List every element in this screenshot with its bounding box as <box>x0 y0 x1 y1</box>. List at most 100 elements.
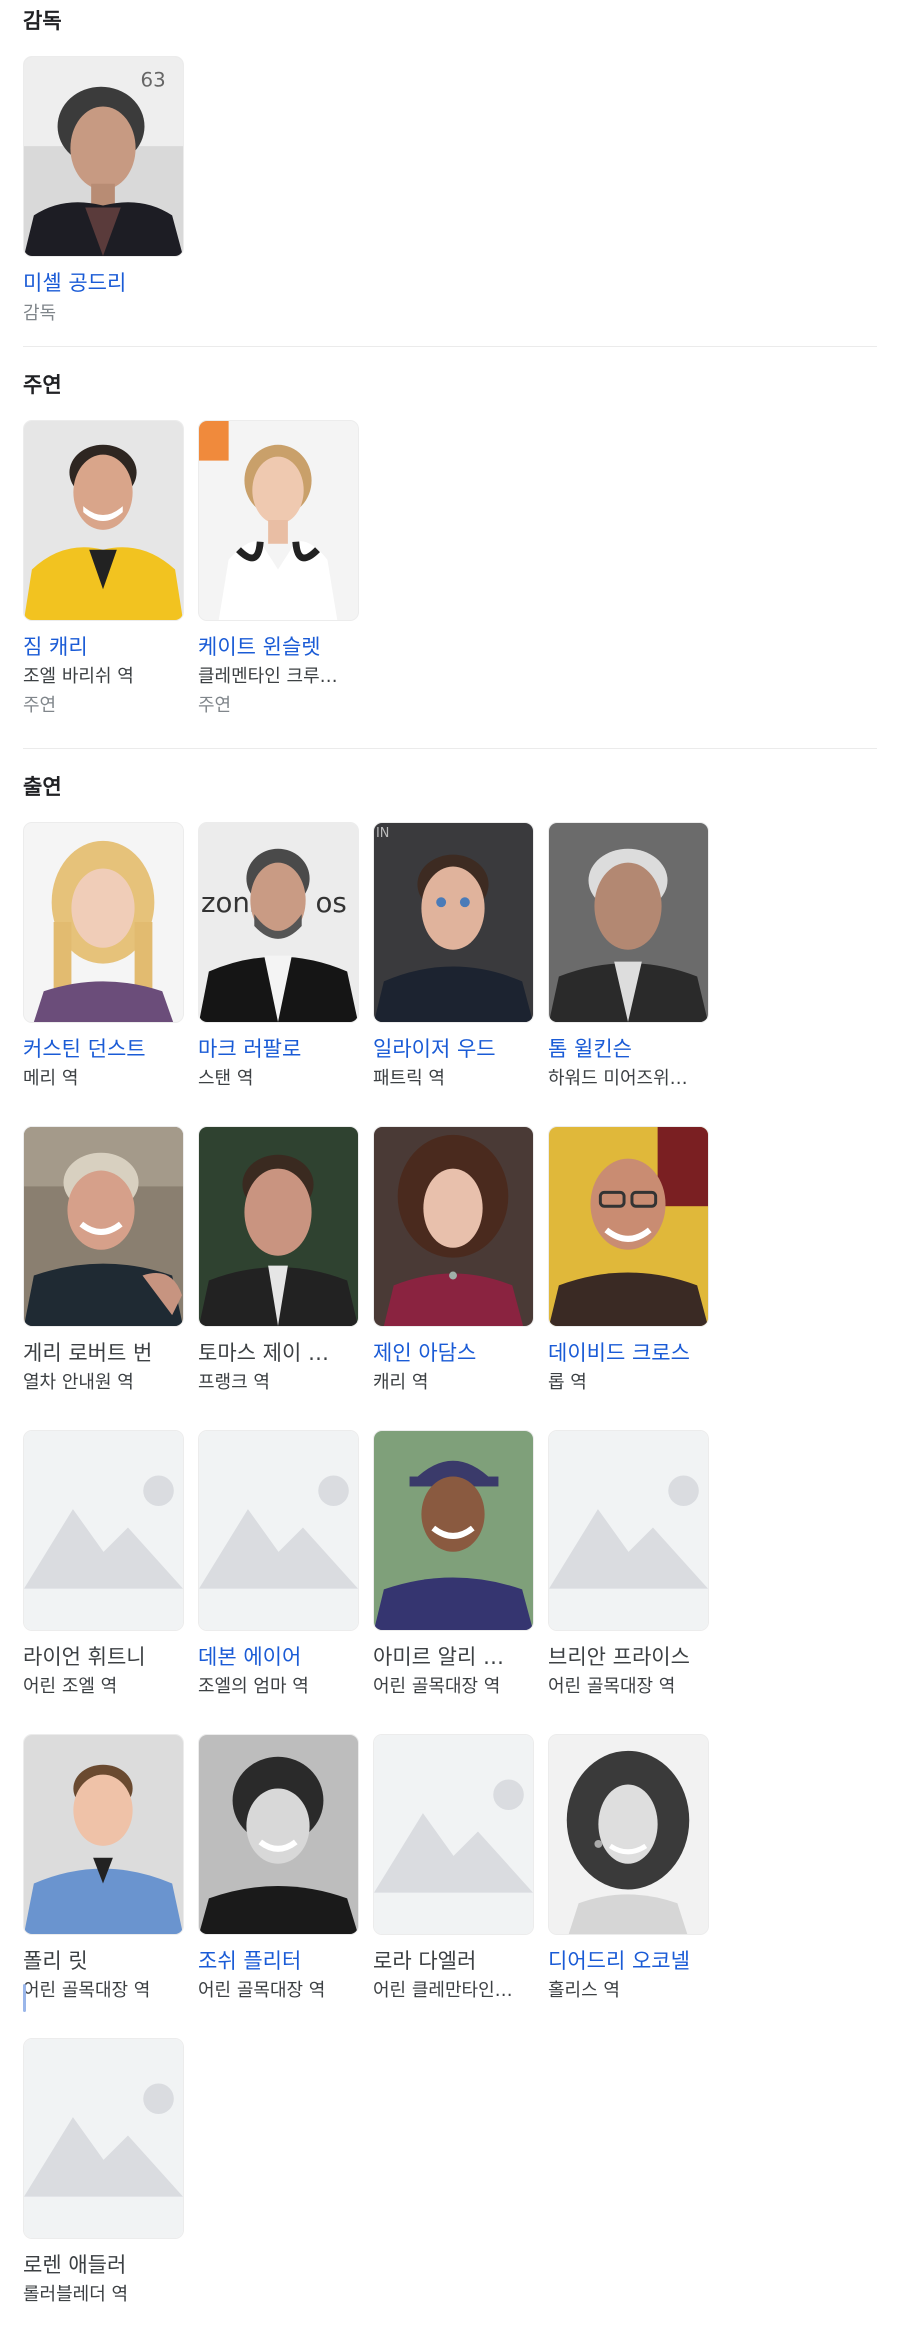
person-photo[interactable] <box>548 822 709 1023</box>
person-card[interactable]: zons os 마크 러팔로스탠 역 <box>198 822 359 1126</box>
person-card[interactable]: 게리 로버트 번열차 안내원 역 <box>23 1126 184 1430</box>
person-role: 프랭크 역 <box>198 1372 270 1393</box>
person-photo[interactable] <box>23 2038 184 2239</box>
person-card[interactable]: 제인 아담스 캐리 역 <box>373 1126 534 1430</box>
blonde-woman-white-photo <box>199 421 358 620</box>
person-photo[interactable] <box>198 420 359 621</box>
person-name[interactable]: 마크 러팔로 <box>198 1035 359 1063</box>
image-placeholder-icon <box>24 1475 183 1589</box>
person-name[interactable]: 게리 로버트 번 <box>23 1339 184 1367</box>
person-name[interactable]: 조쉬 플리터 <box>198 1947 359 1975</box>
person-photo[interactable] <box>548 1430 709 1631</box>
person-card[interactable]: 폴리 릿 어린 골목대장 역 <box>23 1734 184 2038</box>
person-name[interactable]: 라이언 휘트니 <box>23 1643 184 1671</box>
person-role: 어린 골목대장 역 <box>373 1676 501 1697</box>
director-section-title: 감독 <box>23 9 62 33</box>
person-role: 홀리스 역 <box>548 1980 620 2001</box>
person-photo[interactable] <box>373 1734 534 1935</box>
person-name[interactable]: 디어드리 오코넬 <box>548 1947 709 1975</box>
image-placeholder <box>24 1431 183 1630</box>
person-name[interactable]: 케이트 윈슬렛 <box>198 633 359 661</box>
person-role: 클레멘타인 크루… <box>198 666 338 687</box>
person-card[interactable]: 로렌 애들러 롤러블레더 역 <box>23 2038 184 2342</box>
person-name[interactable]: 일라이저 우드 <box>373 1035 534 1063</box>
person-photo[interactable]: IN <box>373 822 534 1023</box>
person-card[interactable]: IN 일라이저 우드 패트릭 역 <box>373 822 534 1126</box>
person-photo[interactable] <box>548 1126 709 1327</box>
person-photo[interactable] <box>373 1430 534 1631</box>
person-photo[interactable] <box>548 1734 709 1935</box>
person-card[interactable]: 라이언 휘트니어린 조엘 역 <box>23 1430 184 1734</box>
person-role: 하워드 미어즈위… <box>548 1068 688 1089</box>
person-photo[interactable] <box>373 1126 534 1327</box>
person-photo[interactable] <box>198 1126 359 1327</box>
person-kind: 감독 <box>23 303 57 324</box>
person-card[interactable]: 케이트 윈슬렛 클레멘타인 크루… 주연 <box>198 420 359 724</box>
person-role: 스탠 역 <box>198 1068 254 1089</box>
svg-text:63: 63 <box>141 69 166 92</box>
person-photo[interactable]: zons os <box>198 822 359 1023</box>
person-name[interactable]: 브리안 프라이스 <box>548 1643 709 1671</box>
person-role: 열차 안내원 역 <box>23 1372 134 1393</box>
person-name[interactable]: 아미르 알리 … <box>373 1643 534 1671</box>
person-name[interactable]: 톰 윌킨슨 <box>548 1035 709 1063</box>
person-role: 메리 역 <box>23 1068 79 1089</box>
person-name[interactable]: 짐 캐리 <box>23 633 184 661</box>
person-name[interactable]: 미셸 공드리 <box>23 269 184 297</box>
boy-blue-shirt-photo <box>24 1735 183 1934</box>
curly-woman-photo <box>374 1127 533 1326</box>
person-photo[interactable] <box>23 1734 184 1935</box>
person-photo[interactable] <box>23 1126 184 1327</box>
person-card[interactable]: 로라 다엘러 어린 클레만타인… <box>373 1734 534 2038</box>
lead-section: 주연 짐 캐리 조엘 바리쉬 역 주연 케이트 윈슬렛 클레멘타인 크루… 주연 <box>23 346 877 748</box>
person-name[interactable]: 토마스 제이 … <box>198 1339 359 1367</box>
person-role: 어린 골목대장 역 <box>198 1980 326 2001</box>
person-card[interactable]: 데본 에이어조엘의 엄마 역 <box>198 1430 359 1734</box>
person-role: 조엘의 엄마 역 <box>198 1676 309 1697</box>
young-man-dark-photo: IN <box>374 823 533 1022</box>
person-name[interactable]: 제인 아담스 <box>373 1339 534 1367</box>
smiling-man-outdoor-photo <box>24 1127 183 1326</box>
lead-grid: 짐 캐리 조엘 바리쉬 역 주연 케이트 윈슬렛 클레멘타인 크루… 주연 <box>23 420 877 724</box>
person-name[interactable]: 커스틴 던스트 <box>23 1035 184 1063</box>
person-photo[interactable] <box>23 822 184 1023</box>
lead-section-title: 주연 <box>23 373 62 397</box>
person-photo[interactable] <box>198 1430 359 1631</box>
person-card[interactable]: 짐 캐리 조엘 바리쉬 역 주연 <box>23 420 184 724</box>
cast-and-crew-page: 감독 63 미셸 공드리 감독 주연 짐 캐리 조엘 바리쉬 역 주연 케이트 … <box>0 0 900 2342</box>
blonde-woman-photo <box>24 823 183 1022</box>
person-name[interactable]: 로라 다엘러 <box>373 1947 534 1975</box>
person-role: 조엘 바리쉬 역 <box>23 666 134 687</box>
svg-text:os: os <box>316 886 347 919</box>
person-card[interactable]: 브리안 프라이스어린 골목대장 역 <box>548 1430 709 1734</box>
image-placeholder-icon <box>24 2083 183 2197</box>
person-card[interactable]: 아미르 알리 … 어린 골목대장 역 <box>373 1430 534 1734</box>
image-placeholder <box>549 1431 708 1630</box>
yellow-jacket-man-photo <box>24 421 183 620</box>
person-role: 어린 골목대장 역 <box>548 1676 676 1697</box>
person-card[interactable]: 톰 윌킨슨하워드 미어즈위… <box>548 822 709 1126</box>
person-photo[interactable] <box>23 420 184 621</box>
person-name[interactable]: 데이비드 크로스 <box>548 1339 709 1367</box>
person-name[interactable]: 데본 에이어 <box>198 1643 359 1671</box>
cast-grid: 커스틴 던스트 메리 역 zons os 마크 러팔로 스탠 역 IN 일라이저 우드 패트릭 … <box>23 822 877 2342</box>
image-placeholder-icon <box>374 1779 533 1893</box>
person-photo[interactable]: 63 <box>23 56 184 257</box>
person-card[interactable]: 조쉬 플리터어린 골목대장 역 <box>198 1734 359 2038</box>
image-placeholder-icon <box>199 1475 358 1589</box>
person-card[interactable]: 커스틴 던스트메리 역 <box>23 822 184 1126</box>
director-grid: 63 미셸 공드리 감독 <box>23 56 877 360</box>
person-photo[interactable] <box>198 1734 359 1935</box>
person-name[interactable]: 폴리 릿 <box>23 1947 184 1975</box>
person-name[interactable]: 로렌 애들러 <box>23 2251 184 2279</box>
person-card[interactable]: 토마스 제이 … 프랭크 역 <box>198 1126 359 1430</box>
person-photo[interactable] <box>23 1430 184 1631</box>
bearded-man-suit-photo: zons os <box>199 823 358 1022</box>
boy-bw-photo <box>199 1735 358 1934</box>
person-card[interactable]: 63 미셸 공드리 감독 <box>23 56 184 360</box>
director-man-photo: 63 <box>24 57 183 256</box>
person-card[interactable]: 디어드리 오코넬홀리스 역 <box>548 1734 709 2038</box>
woman-bw-curly-photo <box>549 1735 708 1934</box>
person-card[interactable]: 데이비드 크로스 롭 역 <box>548 1126 709 1430</box>
person-role: 어린 조엘 역 <box>23 1676 118 1697</box>
